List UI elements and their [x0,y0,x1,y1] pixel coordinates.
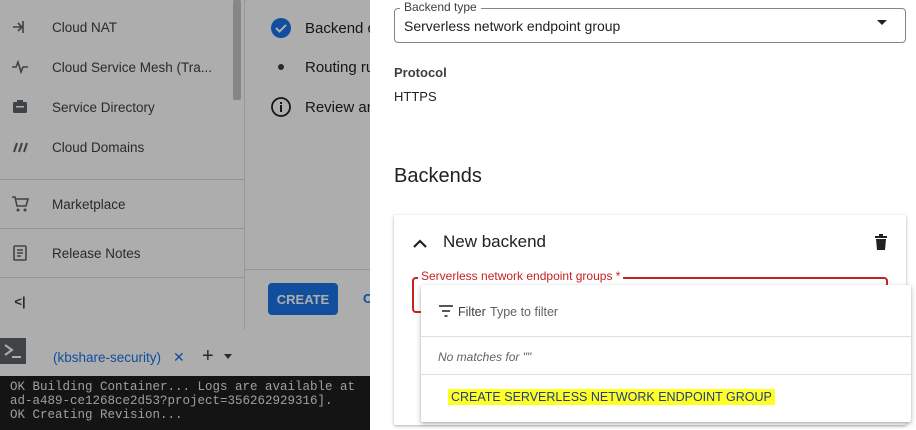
backend-type-value: Serverless network endpoint group [404,18,621,34]
new-backend-title: New backend [443,232,547,251]
serverless-neg-label: Serverless network endpoint groups * [418,269,624,283]
modal-scrim[interactable] [0,0,370,430]
backend-type-label: Backend type [400,0,481,14]
protocol-value: HTTPS [394,89,437,104]
filter-input[interactable] [488,302,692,322]
filter-icon [438,304,454,318]
no-matches-text: No matches for "" [438,350,532,364]
filter-label: Filter [458,305,486,319]
create-serverless-neg-option[interactable]: CREATE SERVERLESS NETWORK ENDPOINT GROUP [448,389,775,405]
chevron-up-icon[interactable] [410,234,430,252]
protocol-label: Protocol [394,65,447,80]
backends-heading: Backends [394,165,482,187]
dropdown-caret-icon[interactable] [877,20,887,25]
delete-icon[interactable] [872,233,890,251]
